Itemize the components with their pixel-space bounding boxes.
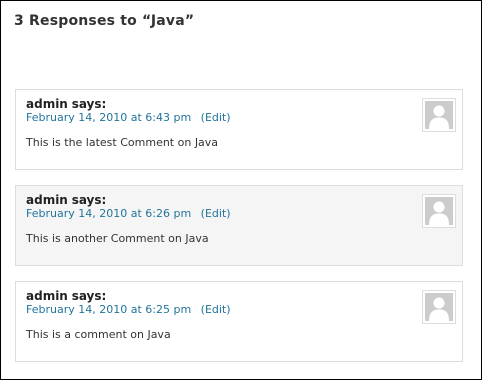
default-avatar-icon bbox=[425, 101, 453, 129]
comment-item: admin says: February 14, 2010 at 6:26 pm… bbox=[15, 185, 463, 266]
comment-meta: February 14, 2010 at 6:25 pm (Edit) bbox=[26, 303, 231, 316]
comment-text: This is the latest Comment on Java bbox=[26, 136, 219, 149]
comment-text: This is a comment on Java bbox=[26, 328, 171, 341]
comment-date-link[interactable]: February 14, 2010 at 6:26 pm bbox=[26, 207, 191, 220]
comment-meta: February 14, 2010 at 6:43 pm (Edit) bbox=[26, 111, 231, 124]
comment-text: This is another Comment on Java bbox=[26, 232, 209, 245]
edit-close-paren: ) bbox=[226, 111, 231, 124]
comment-author-line: admin says: bbox=[26, 97, 106, 111]
comment-author-line: admin says: bbox=[26, 289, 106, 303]
comment-item: admin says: February 14, 2010 at 6:43 pm… bbox=[15, 89, 463, 170]
comment-author: admin bbox=[26, 97, 68, 111]
comment-meta: February 14, 2010 at 6:26 pm (Edit) bbox=[26, 207, 231, 220]
comment-edit-link[interactable]: Edit bbox=[205, 207, 226, 220]
edit-close-paren: ) bbox=[226, 303, 231, 316]
default-avatar-icon bbox=[425, 293, 453, 321]
avatar bbox=[422, 98, 456, 132]
comments-heading: 3 Responses to “Java” bbox=[14, 13, 195, 29]
comment-says-label: says: bbox=[71, 193, 107, 207]
comment-edit-link[interactable]: Edit bbox=[205, 303, 226, 316]
default-avatar-icon bbox=[425, 197, 453, 225]
comments-panel: 3 Responses to “Java” admin says: Februa… bbox=[0, 0, 482, 380]
comment-author-line: admin says: bbox=[26, 193, 106, 207]
comment-says-label: says: bbox=[71, 97, 107, 111]
edit-close-paren: ) bbox=[226, 207, 231, 220]
comment-edit-link[interactable]: Edit bbox=[205, 111, 226, 124]
comment-author: admin bbox=[26, 289, 68, 303]
comment-author: admin bbox=[26, 193, 68, 207]
avatar bbox=[422, 194, 456, 228]
comment-item: admin says: February 14, 2010 at 6:25 pm… bbox=[15, 281, 463, 362]
avatar bbox=[422, 290, 456, 324]
comment-edit-wrap: (Edit) bbox=[201, 207, 231, 220]
comment-edit-wrap: (Edit) bbox=[201, 303, 231, 316]
comment-date-link[interactable]: February 14, 2010 at 6:25 pm bbox=[26, 303, 191, 316]
comment-says-label: says: bbox=[71, 289, 107, 303]
comment-edit-wrap: (Edit) bbox=[201, 111, 231, 124]
comment-date-link[interactable]: February 14, 2010 at 6:43 pm bbox=[26, 111, 191, 124]
